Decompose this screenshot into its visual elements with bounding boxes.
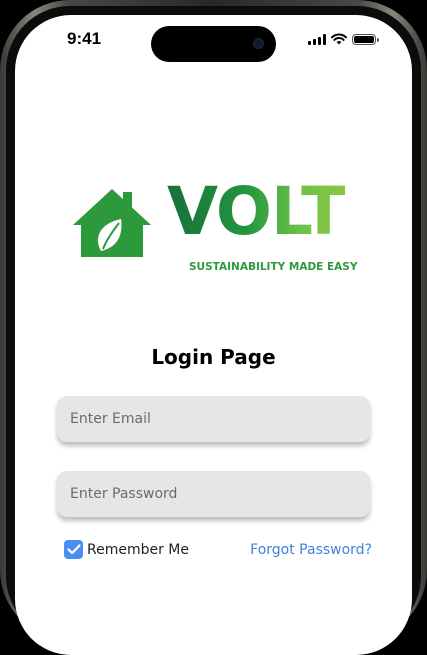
dynamic-island [151,26,276,62]
page-title: Login Page [151,345,276,369]
volt-logo: VOLT SUSTAINABILITY MADE EASY [71,179,371,273]
password-input[interactable] [68,485,370,503]
battery-level [354,35,374,43]
logo-tagline: SUSTAINABILITY MADE EASY [189,261,358,273]
battery-icon [352,33,379,45]
status-icons [308,33,379,45]
camera-icon [253,38,264,49]
logo-wordmark: VOLT [167,173,346,250]
house-leaf-icon [73,189,151,257]
email-input[interactable] [68,410,370,428]
cellular-signal-icon [308,33,326,45]
app-screen: 9:41 VOLT SUSTAINABILITY MADE EASY Login… [15,15,412,655]
status-time: 9:41 [67,29,102,48]
wifi-icon [331,33,347,45]
email-field[interactable] [57,396,370,442]
remember-me[interactable]: Remember Me [64,540,189,559]
checkmark-icon [66,544,81,555]
remember-me-label: Remember Me [87,541,189,558]
status-bar: 9:41 [15,15,412,65]
remember-me-checkbox[interactable] [64,540,83,559]
forgot-password-link[interactable]: Forgot Password? [250,542,372,558]
password-field[interactable] [57,471,370,517]
